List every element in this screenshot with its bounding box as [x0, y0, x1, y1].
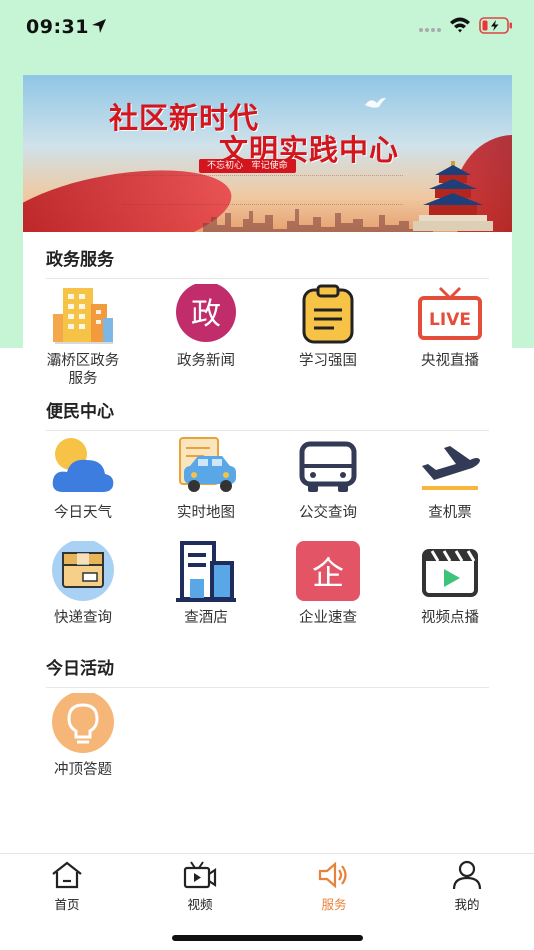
grid-item-realtime-map[interactable]: 实时地图	[151, 436, 261, 522]
lightbulb-icon	[52, 693, 114, 753]
bus-icon	[299, 441, 357, 492]
section-title-government: 政务服务	[46, 250, 114, 270]
svg-text:政: 政	[191, 297, 221, 332]
grid-item-video-on-demand[interactable]: 视频点播	[395, 541, 505, 627]
section-divider	[46, 278, 489, 279]
section-divider	[46, 687, 489, 688]
svg-text:LIVE: LIVE	[429, 310, 471, 330]
grid-item-hotel-search[interactable]: 查酒店	[151, 541, 261, 627]
tab-profile[interactable]: 我的	[427, 860, 507, 913]
location-arrow-icon	[92, 19, 106, 33]
temple-of-heaven-icon	[413, 161, 493, 231]
government-news-icon: 政	[176, 284, 236, 342]
home-icon	[52, 861, 82, 889]
enterprise-icon: 企	[296, 541, 360, 601]
grid-item-label: 视频点播	[421, 610, 479, 626]
tab-label: 服务	[321, 897, 347, 912]
grid-item-enterprise-query[interactable]: 企 企业速查	[273, 541, 383, 627]
banner-slogan: 不忘初心 牢记使命	[199, 159, 296, 173]
grid-item-label: 学习强国	[299, 353, 357, 369]
grid-item-weather[interactable]: 今日天气	[28, 436, 138, 522]
grid-item-bus-query[interactable]: 公交查询	[273, 436, 383, 522]
tab-label: 我的	[454, 897, 480, 912]
grid-item-label: 冲顶答题	[54, 762, 112, 778]
person-icon	[452, 860, 482, 890]
hotel-icon	[176, 541, 236, 602]
signal-dots-icon	[419, 28, 441, 32]
grid-item-cctv-live[interactable]: LIVE 央视直播	[395, 284, 505, 370]
grid-item-label: 今日天气	[54, 505, 112, 521]
tab-video[interactable]: 视频	[160, 860, 240, 913]
speaker-icon	[318, 861, 347, 889]
dove-icon	[365, 97, 386, 108]
video-clapper-icon	[422, 549, 478, 597]
battery-charging-icon	[479, 17, 512, 34]
grid-item-label: 查酒店	[184, 610, 228, 626]
grid-item-label: 实时地图	[177, 505, 235, 521]
grid-item-label: 查机票	[428, 505, 472, 521]
grid-item-flight-tickets[interactable]: 查机票	[395, 436, 505, 522]
grid-item-label: 企业速查	[299, 610, 357, 626]
wifi-icon	[450, 17, 470, 33]
status-bar: 09:31	[0, 0, 534, 54]
office-building-icon	[53, 288, 113, 344]
grid-item-label: 灞桥区政务 服务	[46, 353, 120, 387]
section-title-convenience: 便民中心	[46, 402, 114, 422]
grid-item-study[interactable]: 学习强国	[273, 284, 383, 370]
grid-item-government-service[interactable]: 灞桥区政务 服务	[28, 284, 138, 388]
grid-item-label: 快递查询	[54, 610, 112, 626]
tab-service[interactable]: 服务	[294, 860, 374, 913]
clipboard-icon	[302, 284, 354, 344]
grid-item-label: 政务新闻	[177, 353, 235, 369]
home-indicator[interactable]	[172, 935, 363, 941]
car-map-icon	[179, 437, 236, 492]
grid-item-label: 公交查询	[299, 505, 357, 521]
weather-icon	[52, 438, 114, 492]
grid-item-government-news[interactable]: 政 政务新闻	[151, 284, 261, 370]
status-time: 09:31	[26, 16, 89, 38]
section-divider	[46, 430, 489, 431]
airplane-icon	[422, 446, 480, 490]
banner-body-text	[123, 175, 403, 205]
city-skyline-icon	[203, 209, 433, 232]
tab-home[interactable]: 首页	[27, 860, 107, 913]
video-icon	[183, 861, 217, 889]
section-title-activities: 今日活动	[46, 659, 114, 679]
svg-text:企: 企	[312, 554, 344, 592]
package-icon	[52, 541, 114, 601]
live-tv-icon: LIVE	[418, 286, 482, 340]
banner[interactable]: 社区新时代 文明实践中心 不忘初心 牢记使命	[23, 75, 512, 232]
grid-item-quiz[interactable]: 冲顶答题	[28, 693, 138, 779]
grid-item-express-query[interactable]: 快递查询	[28, 541, 138, 627]
tab-label: 首页	[54, 897, 80, 912]
grid-item-label: 央视直播	[421, 353, 479, 369]
tab-label: 视频	[187, 897, 213, 912]
